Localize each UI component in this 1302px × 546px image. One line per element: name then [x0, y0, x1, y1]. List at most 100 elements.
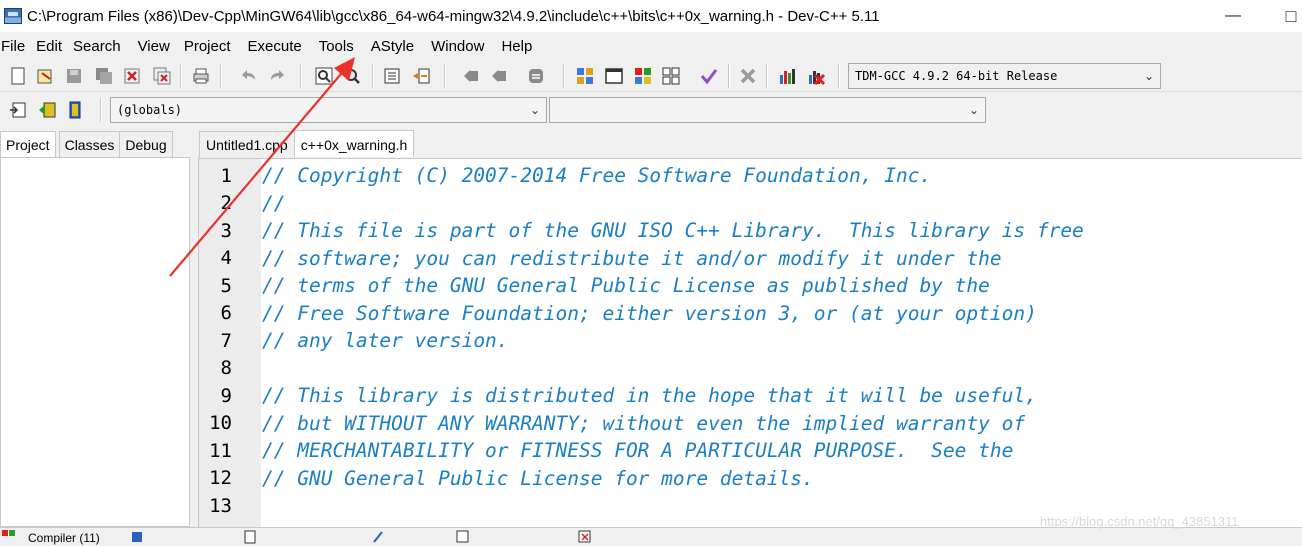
- goto-forward-icon: [490, 67, 508, 85]
- code-line: 4 // software; you can redistribute it an…: [199, 245, 1302, 273]
- compile-button[interactable]: [574, 65, 596, 87]
- compile-icon: [576, 67, 594, 85]
- menu-project[interactable]: Project: [184, 38, 248, 55]
- syntax-check-button[interactable]: [698, 65, 720, 87]
- compile-run-button[interactable]: [632, 65, 654, 87]
- code-text: // but WITHOUT ANY WARRANTY; without eve…: [262, 411, 1026, 435]
- menu-search[interactable]: Search: [73, 38, 138, 55]
- line-number: 4: [220, 247, 232, 270]
- toolbar-separator: [728, 64, 730, 88]
- tab-classes[interactable]: Classes: [58, 131, 121, 157]
- toggle-bookmark-button[interactable]: [64, 99, 86, 121]
- rebuild-icon: [662, 67, 680, 85]
- new-file-button[interactable]: [7, 65, 29, 87]
- menu-astyle[interactable]: AStyle: [371, 38, 431, 55]
- save-button[interactable]: [63, 65, 85, 87]
- menu-window[interactable]: Window: [431, 38, 501, 55]
- minimize-button[interactable]: —: [1210, 0, 1256, 32]
- tab-project[interactable]: Project: [0, 131, 56, 158]
- scope-select-value: (globals): [117, 103, 183, 117]
- close-icon: [123, 67, 141, 85]
- code-editor[interactable]: 1 // Copyright (C) 2007-2014 Free Softwar…: [198, 158, 1302, 528]
- menu-view[interactable]: View: [138, 38, 184, 55]
- open-button[interactable]: [34, 65, 56, 87]
- insert-button[interactable]: [7, 99, 29, 121]
- toolbar-separator: [372, 64, 374, 88]
- line-number: 8: [220, 357, 232, 380]
- save-all-button[interactable]: [93, 65, 115, 87]
- find-button[interactable]: [313, 65, 335, 87]
- editor-tab-cpp0x-warning[interactable]: c++0x_warning.h: [293, 130, 415, 157]
- find-icon: [315, 67, 333, 85]
- code-line: 2 //: [199, 190, 1302, 218]
- compiler-select[interactable]: TDM-GCC 4.9.2 64-bit Release ⌄: [848, 63, 1161, 89]
- project-panel[interactable]: [0, 157, 190, 527]
- tab-compile-log[interactable]: [244, 530, 258, 546]
- goto-forward-button[interactable]: [488, 65, 510, 87]
- scope-select[interactable]: (globals) ⌄: [110, 97, 547, 123]
- code-line: 1 // Copyright (C) 2007-2014 Free Softwar…: [199, 162, 1302, 190]
- toolbar-separator: [838, 64, 840, 88]
- close-all-button[interactable]: [151, 65, 173, 87]
- code-text: // GNU General Public License for more d…: [262, 466, 814, 490]
- profile-icon: [778, 67, 796, 85]
- undo-button[interactable]: [238, 65, 260, 87]
- left-panel-tabs: Project Classes Debug: [0, 131, 173, 158]
- tab-compiler[interactable]: Compiler (11): [2, 530, 100, 546]
- code-text: // terms of the GNU General Public Licen…: [262, 274, 990, 298]
- delete-profile-button[interactable]: [805, 65, 827, 87]
- save-all-icon: [95, 67, 113, 85]
- toggle-bookmark-icon: [66, 101, 84, 119]
- resources-tab-icon: [132, 532, 142, 542]
- replace-button[interactable]: [341, 65, 363, 87]
- chevron-down-icon: ⌄: [968, 103, 979, 117]
- code-text: // This library is distributed in the ho…: [262, 384, 1037, 408]
- line-number: 7: [220, 329, 232, 352]
- toggle-comment-button[interactable]: [525, 65, 547, 87]
- close-button[interactable]: [121, 65, 143, 87]
- main-toolbar: TDM-GCC 4.9.2 64-bit Release ⌄: [0, 60, 1302, 92]
- menu-bar: File Edit Search View Project Execute To…: [0, 32, 1302, 60]
- run-button[interactable]: [603, 65, 625, 87]
- print-button[interactable]: [190, 65, 212, 87]
- tab-find-results[interactable]: [456, 530, 470, 546]
- goto-bookmark-button[interactable]: [36, 99, 58, 121]
- toolbar-separator: [563, 64, 565, 88]
- code-text: // This file is part of the GNU ISO C++ …: [262, 219, 1084, 243]
- toolbar-separator: [100, 98, 102, 122]
- class-toolbar: (globals) ⌄ ⌄: [0, 93, 1302, 127]
- find-results-tab-icon: [456, 530, 469, 543]
- unindent-button[interactable]: [410, 65, 432, 87]
- code-text: // Free Software Foundation; either vers…: [262, 301, 1037, 325]
- menu-file[interactable]: File: [1, 38, 36, 55]
- menu-edit[interactable]: Edit: [36, 38, 73, 55]
- run-icon: [605, 67, 623, 85]
- menu-tools[interactable]: Tools: [319, 38, 371, 55]
- redo-button[interactable]: [266, 65, 288, 87]
- indent-button[interactable]: [381, 65, 403, 87]
- syntax-check-icon: [700, 67, 718, 85]
- menu-help[interactable]: Help: [501, 38, 540, 55]
- replace-icon: [343, 67, 361, 85]
- profile-button[interactable]: [776, 65, 798, 87]
- goto-back-button[interactable]: [460, 65, 482, 87]
- toolbar-separator: [180, 64, 182, 88]
- compiler-select-value: TDM-GCC 4.9.2 64-bit Release: [855, 69, 1058, 83]
- line-number: 5: [220, 274, 232, 297]
- code-text: // software; you can redistribute it and…: [262, 246, 1002, 270]
- tab-debug[interactable]: Debug: [119, 131, 173, 157]
- menu-execute[interactable]: Execute: [248, 38, 319, 55]
- editor-tab-untitled1[interactable]: Untitled1.cpp: [199, 131, 295, 158]
- stop-button[interactable]: [737, 65, 759, 87]
- chevron-down-icon: ⌄: [529, 103, 540, 117]
- member-select[interactable]: ⌄: [549, 97, 986, 123]
- tab-close[interactable]: [578, 530, 592, 546]
- maximize-button[interactable]: □: [1268, 0, 1302, 32]
- unindent-icon: [412, 67, 430, 85]
- rebuild-button[interactable]: [660, 65, 682, 87]
- toolbar-separator: [300, 64, 302, 88]
- line-number: 13: [209, 494, 232, 517]
- tab-debug-output[interactable]: [372, 530, 386, 546]
- tab-resources[interactable]: [132, 530, 146, 546]
- stop-icon: [739, 67, 757, 85]
